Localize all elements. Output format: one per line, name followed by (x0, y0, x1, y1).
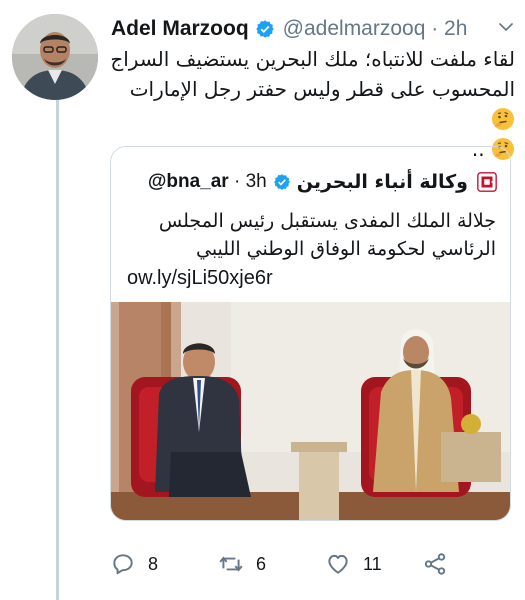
quoted-time: · 3h (228, 171, 267, 192)
retweet-count: 6 (256, 553, 267, 574)
thinking-face-emoji-icon (492, 108, 514, 130)
reply-count: 8 (148, 553, 159, 574)
retweet-action[interactable]: 6 (218, 551, 266, 577)
thread-line (56, 98, 59, 600)
reply-icon (113, 554, 133, 575)
retweet-icon (219, 556, 243, 572)
verified-badge-icon (255, 20, 274, 38)
share-icon (424, 553, 446, 575)
avatar[interactable] (12, 14, 98, 100)
tweet-header: Adel Marzooq @adelmarzooq · 2h (111, 15, 521, 43)
tweet-text-line-2: المحسوب على قطر وليس حفتر رجل الإمارات (129, 77, 515, 101)
quoted-tweet-card[interactable]: @bna_ar · 3h وكالة أنباء البحرين جلالة ا… (110, 146, 511, 521)
quoted-tweet-header: @bna_ar · 3h وكالة أنباء البحرين (148, 169, 498, 195)
author-handle-time[interactable]: @adelmarzooq · 2h (283, 17, 468, 41)
quoted-author-name[interactable]: وكالة أنباء البحرين (297, 171, 468, 193)
quoted-tweet-photo[interactable] (111, 302, 511, 521)
tweet-text-line-1: لقاء ملفت للانتباه؛ ملك البحرين يستضيف ا… (110, 47, 515, 71)
quoted-author-handle[interactable]: @bna_ar (148, 171, 229, 192)
bna-logo-icon (477, 172, 497, 192)
quoted-tweet-link[interactable]: ow.ly/sjLi50xje6r (127, 267, 273, 290)
author-name[interactable]: Adel Marzooq (111, 17, 249, 41)
heart-icon (328, 554, 348, 574)
chevron-down-icon[interactable] (497, 18, 515, 36)
quoted-tweet-text: جلالة الملك المفدى يستقبل رئيس المجلس ال… (158, 210, 496, 260)
verified-badge-icon (273, 174, 290, 190)
like-count: 11 (363, 553, 382, 574)
tweet-actions: 8 6 11 (110, 551, 520, 581)
avatar-photo (12, 14, 98, 100)
share-action[interactable] (422, 551, 448, 577)
like-action[interactable]: 11 (325, 551, 382, 577)
reply-action[interactable]: 8 (110, 551, 158, 577)
